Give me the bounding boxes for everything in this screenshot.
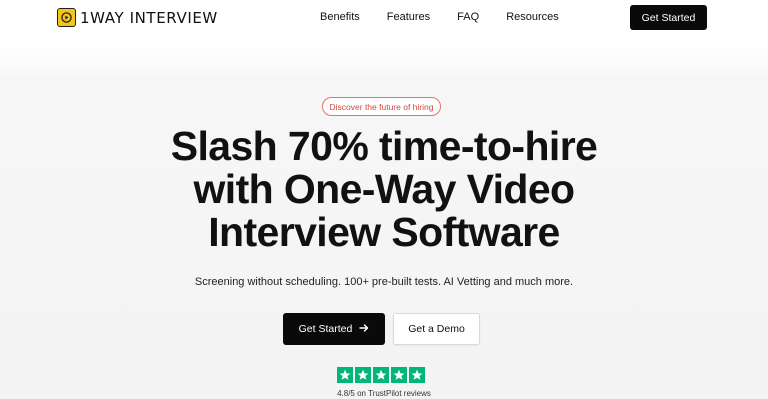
play-logo-icon — [57, 8, 76, 27]
trustpilot-stars — [337, 367, 425, 383]
headline-line-1: Slash 70% time-to-hire — [170, 123, 598, 169]
nav-link-faq[interactable]: FAQ — [457, 11, 479, 23]
get-started-label: Get Started — [298, 323, 353, 335]
star-icon — [355, 367, 371, 383]
hero-headline: Slash 70% time-to-hire with One-Way Vide… — [0, 125, 768, 254]
brand-logo[interactable]: 1WAY INTERVIEW — [57, 8, 218, 27]
get-started-button[interactable]: Get Started — [283, 313, 385, 345]
header-get-started-button[interactable]: Get Started — [630, 5, 707, 30]
nav-link-features[interactable]: Features — [387, 11, 430, 23]
top-navigation-bar: 1WAY INTERVIEW Benefits Features FAQ Res… — [0, 0, 768, 36]
main-nav: Benefits Features FAQ Resources — [320, 11, 559, 23]
headline-line-2: with One-Way Video — [193, 166, 575, 212]
hero-badge: Discover the future of hiring — [322, 97, 441, 116]
nav-link-resources[interactable]: Resources — [506, 11, 559, 23]
star-icon — [409, 367, 425, 383]
brand-name: 1WAY INTERVIEW — [80, 8, 218, 27]
star-icon — [391, 367, 407, 383]
nav-link-benefits[interactable]: Benefits — [320, 11, 360, 23]
headline-line-3: Interview Software — [208, 209, 560, 255]
get-a-demo-button[interactable]: Get a Demo — [393, 313, 480, 345]
trustpilot-reviews-text[interactable]: 4.8/5 on TrustPilot reviews — [0, 389, 768, 398]
arrow-right-icon — [359, 323, 369, 336]
hero-cta-group: Get Started Get a Demo — [283, 313, 480, 345]
star-icon — [373, 367, 389, 383]
star-icon — [337, 367, 353, 383]
hero-subheadline: Screening without scheduling. 100+ pre-b… — [194, 276, 574, 288]
